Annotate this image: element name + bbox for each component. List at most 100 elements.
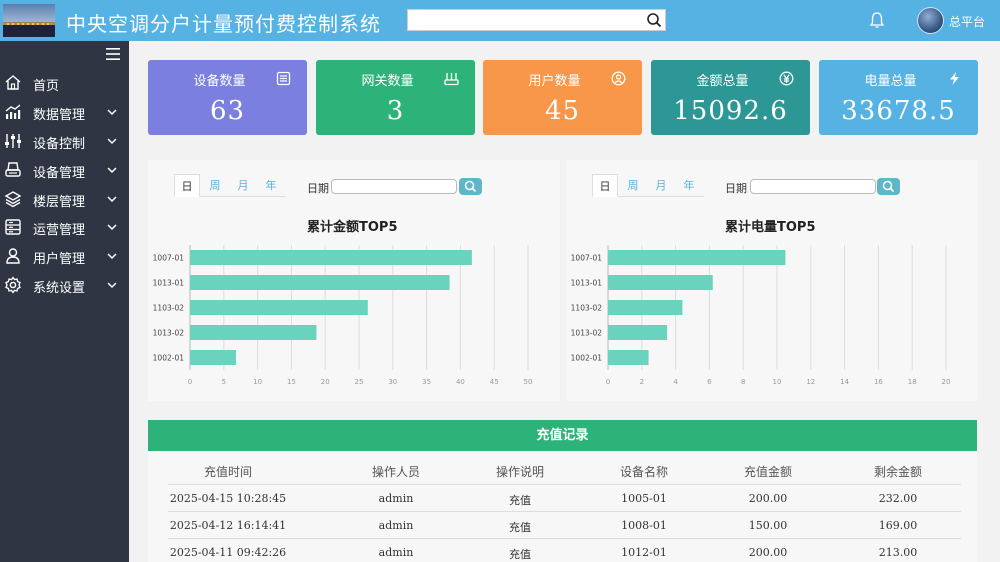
y-tick-label: 1013-02 [153,329,185,338]
x-tick-label: 15 [287,378,296,386]
table-cell: 200.00 [748,546,788,559]
y-tick-label: 1013-01 [571,279,603,288]
stat-card-amount[interactable]: 金额总量 15092.6 [651,60,810,135]
chart-icon [5,104,21,119]
stat-card-users[interactable]: 用户数量 45 [483,60,642,135]
stat-card-energy[interactable]: 电量总量 33678.5 [819,60,978,135]
sidebar-item-device-manage[interactable]: 设备管理 [0,157,129,185]
bell-icon[interactable] [869,11,885,29]
bar[interactable] [608,350,649,365]
column-header: 剩余金额 [873,465,922,479]
y-tick-label: 1103-02 [153,304,185,313]
user-circle-icon [611,71,626,86]
sidebar-item-users[interactable]: 用户管理 [0,243,129,271]
app-logo [3,4,55,37]
table-cell: 150.00 [748,519,788,532]
x-tick-label: 14 [840,378,849,386]
bar[interactable] [608,275,713,290]
x-tick-label: 30 [388,378,397,386]
search-input[interactable] [408,11,638,31]
sidebar-item-label: 数据管理 [33,108,86,123]
sidebar-item-data[interactable]: 数据管理 [0,99,129,127]
stat-card-devices[interactable]: 设备数量 63 [148,60,307,135]
x-tick-label: 20 [942,378,951,386]
x-tick-label: 20 [321,378,330,386]
sidebar-item-settings[interactable]: 系统设置 [0,272,129,300]
sidebar-item-label: 楼层管理 [33,195,86,210]
search-icon[interactable] [646,12,662,28]
avatar[interactable] [917,7,944,34]
x-tick-label: 25 [355,378,364,386]
table-cell: 169.00 [878,519,918,532]
bar[interactable] [190,250,472,265]
table-cell: 213.00 [878,546,918,559]
yen-icon [779,71,794,86]
sidebar-item-device-control[interactable]: 设备控制 [0,128,129,156]
app-title: 中央空调分户计量预付费控制系统 [66,12,381,36]
printer-icon [5,162,21,177]
x-tick-label: 10 [253,378,262,386]
gateway-icon [444,73,459,86]
table-cell: 2025-04-11 09:42:26 [169,546,287,559]
column-header: 操作人员 [371,465,420,479]
y-tick-label: 1007-01 [571,254,603,263]
user-icon [6,248,20,264]
bar[interactable] [190,300,368,315]
sidebar-item-label: 系统设置 [33,281,86,296]
table-cell: 充值 [509,521,531,534]
table-cell: admin [378,519,414,532]
x-tick-label: 5 [222,378,226,386]
x-tick-label: 45 [490,378,499,386]
search-box[interactable] [407,9,666,31]
table-row[interactable]: 2025-04-11 09:42:26 admin 充值 1012-01 200… [168,538,961,562]
column-header: 充值时间 [203,465,252,479]
menu-toggle-icon[interactable] [106,48,120,60]
bar[interactable] [608,300,683,315]
y-tick-label: 1002-01 [153,354,185,363]
stat-value: 3 [386,96,405,126]
bar[interactable] [190,350,236,365]
table-cell: 充值 [509,548,531,561]
layers-icon [4,191,22,208]
y-tick-label: 1002-01 [571,354,603,363]
column-header: 操作说明 [495,465,544,479]
x-tick-label: 10 [773,378,782,386]
bar[interactable] [190,275,450,290]
bolt-icon [950,72,959,85]
table-cell: 1005-01 [621,492,667,505]
x-tick-label: 40 [456,378,465,386]
stat-card-gateways[interactable]: 网关数量 3 [316,60,475,135]
sliders-icon [5,134,21,148]
table-header-row: 充值时间 操作人员 操作说明 设备名称 充值金额 剩余金额 [168,456,961,483]
server-icon [5,219,21,235]
table-cell: 232.00 [878,492,918,505]
table-cell: admin [378,492,414,505]
chart-panel-energy: 日 周 月 年 日期 累计电量TOP5 0 2 4 6 8 10 12 14 16 18 20 100… [566,160,978,401]
chevron-down-icon [107,224,117,231]
x-tick-label: 35 [422,378,431,386]
table-row[interactable]: 2025-04-15 10:28:45 admin 充值 1005-01 200… [168,484,961,511]
bar[interactable] [608,325,668,340]
x-tick-label: 18 [908,378,917,386]
gear-icon [5,276,21,294]
table-cell: 200.00 [748,492,788,505]
sidebar-item-floor[interactable]: 楼层管理 [0,186,129,214]
chart-panel-amount: 日 周 月 年 日期 累计金额TOP5 0 5 10 15 20 25 30 35 40 45 50… [148,160,560,401]
stat-value: 45 [544,96,581,126]
table-cell: 1012-01 [621,546,667,559]
table-cell: 1008-01 [621,519,667,532]
sidebar-item-operation[interactable]: 运营管理 [0,214,129,242]
bar-chart-energy: 0 2 4 6 8 10 12 14 16 18 20 1007-01 1013-01 1103-02 10… [571,245,951,386]
platform-label[interactable]: 总平台 [949,13,985,30]
table-row[interactable]: 2025-04-12 16:14:41 admin 充值 1008-01 150… [168,511,961,538]
table-cell: 充值 [509,494,531,507]
stat-value: 15092.6 [673,96,788,126]
sidebar-item-label: 运营管理 [33,223,86,238]
bar[interactable] [190,325,317,340]
column-header: 充值金额 [743,465,792,479]
table-cell: 2025-04-15 10:28:45 [169,492,287,505]
bar[interactable] [608,250,786,265]
sidebar-item-home[interactable]: 首页 [0,70,129,98]
column-header: 设备名称 [619,465,668,479]
sidebar-item-label: 首页 [33,79,60,94]
